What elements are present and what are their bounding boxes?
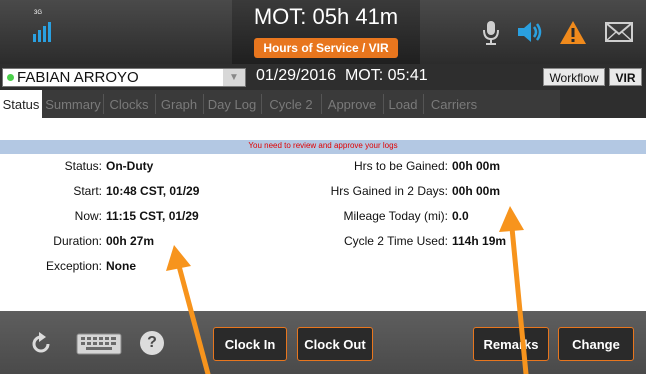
header-center: MOT: 05h 41m Hours of Service / VIR (232, 0, 420, 64)
change-button[interactable]: Change (558, 327, 634, 361)
cycle-2-time-used-value: 114h 19m (452, 234, 507, 248)
date-mot-info: 01/29/2016 MOT: 05:41 (256, 67, 428, 84)
signal-network-label: 3G (34, 10, 43, 16)
duration-label: Duration: (53, 234, 102, 248)
tab-summary[interactable]: Summary (44, 90, 102, 118)
mileage-today-value: 0.0 (452, 209, 469, 223)
keyboard-icon[interactable] (76, 333, 122, 355)
tab-status[interactable]: Status (0, 90, 42, 118)
mail-icon[interactable] (604, 20, 633, 48)
clock-in-button[interactable]: Clock In (213, 327, 287, 361)
approval-notice: You need to review and approve your logs (0, 140, 646, 154)
refresh-icon[interactable] (28, 331, 54, 357)
status-label: Status: (64, 159, 102, 173)
speaker-icon[interactable] (515, 18, 543, 46)
now-value: 11:15 CST, 01/29 (106, 209, 199, 223)
online-status-dot (7, 74, 14, 81)
exception-value: None (106, 259, 136, 273)
duration-value: 00h 27m (106, 234, 155, 248)
driver-select[interactable]: FABIAN ARROYO ▼ (2, 68, 246, 87)
tab-cycle-2[interactable]: Cycle 2 (262, 90, 320, 118)
remarks-button[interactable]: Remarks (473, 327, 549, 361)
tab-bar: Status Summary Clocks Graph Day Log Cycl… (0, 90, 560, 118)
mic-icon[interactable] (477, 18, 505, 46)
status-value: On-Duty (106, 159, 154, 173)
tab-graph[interactable]: Graph (156, 90, 202, 118)
cycle-2-time-used-label: Cycle 2 Time Used: (343, 234, 448, 248)
tab-load[interactable]: Load (384, 90, 422, 118)
approval-notice-text: You need to review and approve your logs (248, 141, 398, 150)
driver-bar: FABIAN ARROYO ▼ 01/29/2016 MOT: 05:41 Wo… (0, 64, 646, 90)
workflow-button[interactable]: Workflow (543, 68, 605, 86)
tab-carriers[interactable]: Carriers (424, 90, 484, 118)
clock-out-button[interactable]: Clock Out (297, 327, 373, 361)
warning-icon[interactable] (559, 18, 587, 46)
tab-day-log[interactable]: Day Log (204, 90, 260, 118)
hrs-gained-2-days-value: 00h 00m (452, 184, 501, 198)
mileage-today-label: Mileage Today (mi): (343, 209, 448, 223)
tab-bar-tail (560, 90, 646, 118)
hours-of-service-tab[interactable]: Hours of Service / VIR (254, 38, 398, 58)
tab-approve[interactable]: Approve (322, 90, 382, 118)
now-label: Now: (74, 209, 102, 223)
hrs-to-be-gained-value: 00h 00m (452, 159, 501, 173)
hrs-gained-2-days-label: Hrs Gained in 2 Days: (330, 184, 448, 198)
start-value: 10:48 CST, 01/29 (106, 184, 200, 198)
tab-clocks[interactable]: Clocks (104, 90, 154, 118)
driver-name: FABIAN ARROYO (17, 69, 139, 86)
help-icon[interactable]: ? (140, 331, 164, 355)
vir-button[interactable]: VIR (609, 68, 642, 86)
exception-label: Exception: (45, 259, 102, 273)
hrs-to-be-gained-label: Hrs to be Gained: (353, 159, 448, 173)
signal-strength-icon: 3G (32, 8, 54, 44)
start-label: Start: (73, 184, 102, 198)
top-bar: 3G MOT: 05h 41m Hours of Service / VIR (0, 0, 646, 64)
chevron-down-icon[interactable]: ▼ (223, 69, 245, 86)
mot-title: MOT: 05h 41m (253, 4, 399, 29)
bottom-bar: ? Clock In Clock Out Remarks Change (0, 311, 646, 374)
